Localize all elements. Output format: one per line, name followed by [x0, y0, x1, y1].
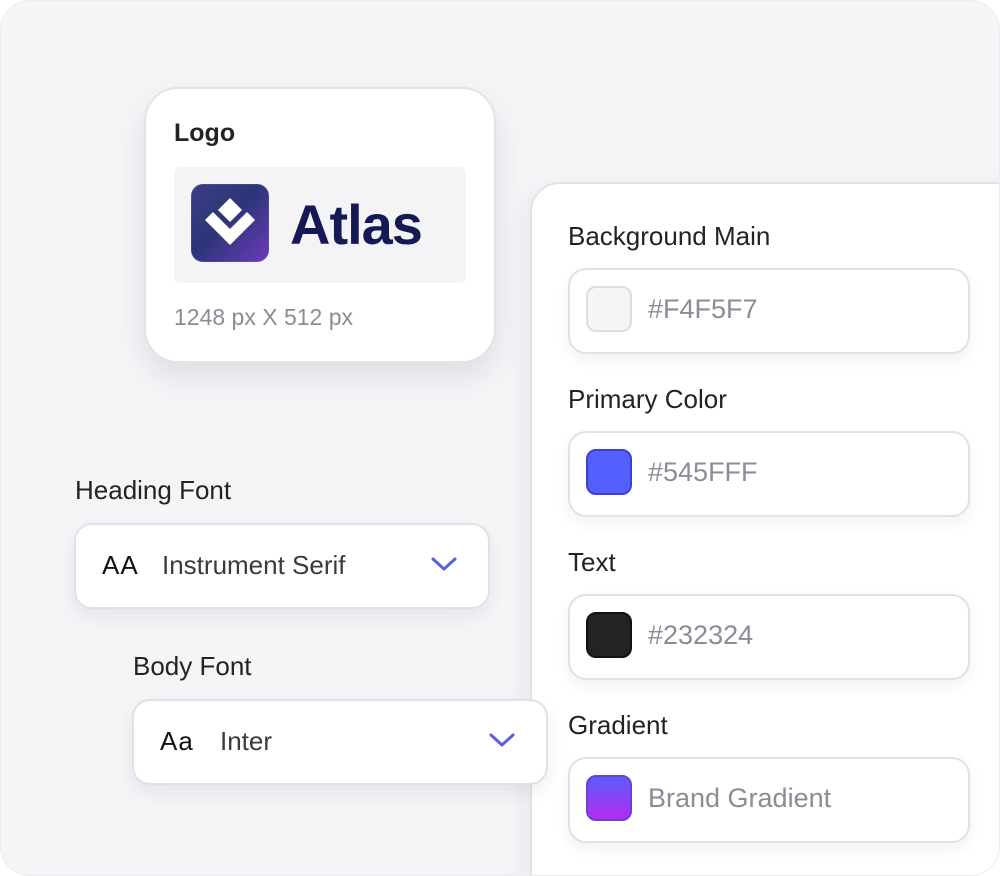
text-color-swatch[interactable] — [586, 612, 632, 658]
chevron-down-icon[interactable] — [430, 555, 458, 578]
gradient-field[interactable]: Brand Gradient — [568, 757, 970, 843]
background-main-value: #F4F5F7 — [648, 294, 758, 324]
heading-font-label: Heading Font — [75, 475, 232, 505]
body-font-label: Body Font — [133, 651, 252, 681]
chevron-down-icon[interactable] — [488, 731, 516, 754]
gradient-swatch[interactable] — [586, 775, 632, 821]
logo-card: Logo Atlas 1248 px X 512 px — [144, 87, 496, 363]
heading-font-value: Instrument Serif — [162, 550, 346, 580]
body-font-dropdown[interactable]: Aa Inter — [132, 699, 548, 785]
background-main-label: Background Main — [568, 221, 771, 251]
logo-dimensions: 1248 px X 512 px — [174, 304, 354, 330]
gradient-value: Brand Gradient — [648, 783, 832, 813]
primary-color-swatch[interactable] — [586, 449, 632, 495]
primary-color-label: Primary Color — [568, 384, 727, 414]
font-glyph-icon: Aa — [160, 726, 194, 756]
body-font-value: Inter — [220, 726, 273, 756]
font-glyph-icon: AA — [102, 550, 139, 580]
text-color-value: #232324 — [648, 620, 754, 650]
diamond-chevron-logo-icon — [191, 184, 269, 262]
color-settings-panel: Background Main #F4F5F7 Primary Color #5… — [530, 182, 999, 875]
brand-settings-canvas: Logo Atlas 1248 px X 512 px Heading Font… — [0, 0, 1000, 876]
logo-preview[interactable]: Atlas — [174, 167, 466, 283]
logo-wordmark: Atlas — [290, 193, 423, 256]
primary-color-value: #545FFF — [648, 457, 758, 487]
background-main-field[interactable]: #F4F5F7 — [568, 268, 970, 354]
text-color-field[interactable]: #232324 — [568, 594, 970, 680]
text-color-label: Text — [568, 547, 616, 577]
primary-color-field[interactable]: #545FFF — [568, 431, 970, 517]
heading-font-dropdown[interactable]: AA Instrument Serif — [74, 523, 490, 609]
background-main-swatch[interactable] — [586, 286, 632, 332]
gradient-label: Gradient — [568, 710, 668, 740]
logo-card-title: Logo — [174, 119, 236, 147]
